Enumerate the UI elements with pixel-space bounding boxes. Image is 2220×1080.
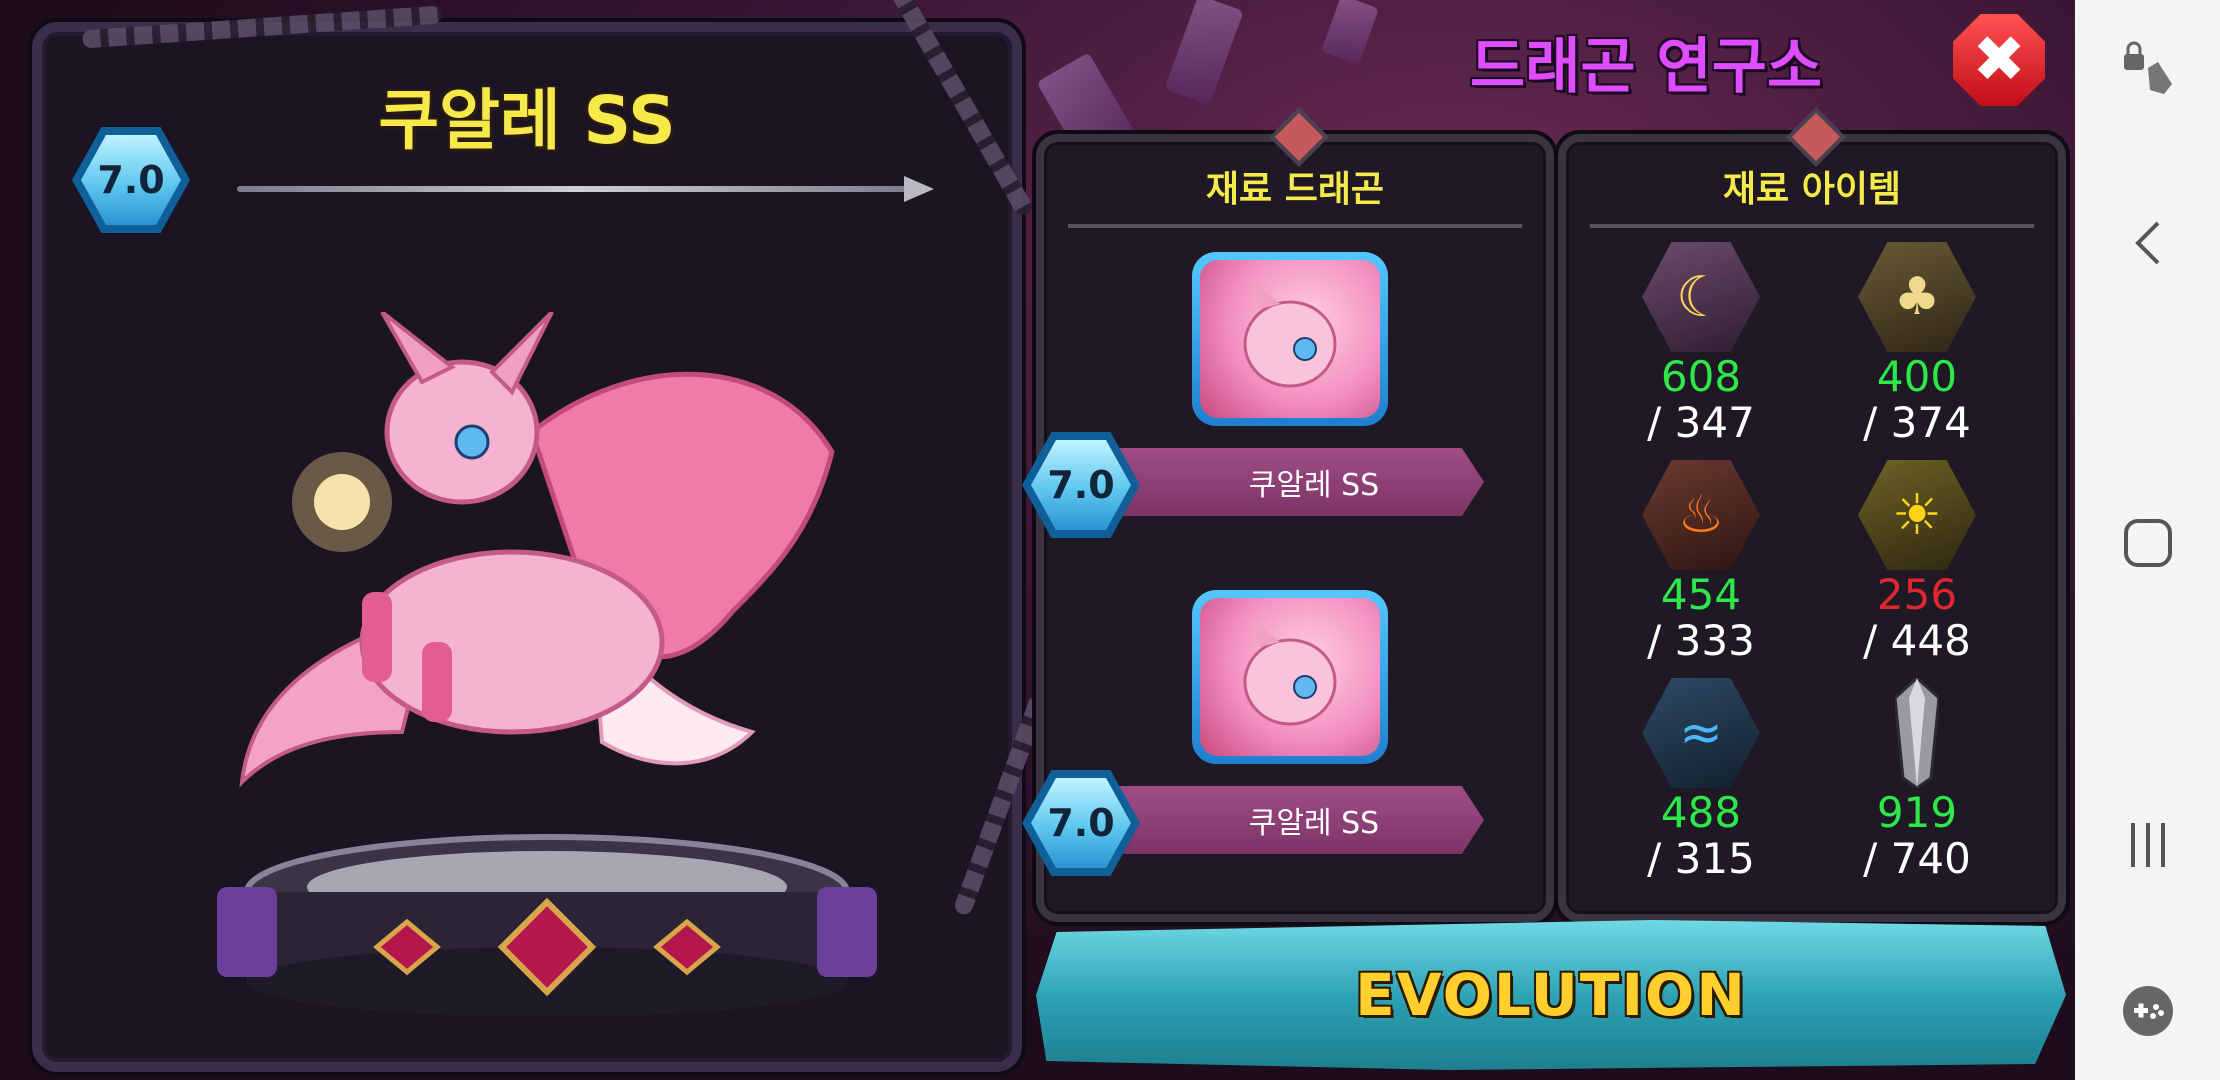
back-icon (2134, 221, 2159, 265)
moon-element-icon: ☾ (1642, 242, 1760, 352)
dragon-portrait (1200, 260, 1380, 418)
home-button[interactable] (2075, 498, 2220, 588)
item-have: 400 (1876, 352, 1958, 401)
header-divider (1590, 224, 2034, 228)
item-have: 256 (1876, 570, 1958, 619)
pedestal (217, 834, 877, 1017)
material-dragon-level-badge-1: 7.0 (1022, 432, 1140, 538)
game-tools-icon (2122, 986, 2173, 1036)
item-need: / 740 (1863, 834, 1971, 883)
item-need: / 374 (1863, 398, 1971, 447)
dragon-showcase-panel: 쿠알레 SS 7.0 (32, 0, 1052, 1072)
material-item-tree[interactable]: ♣ 400 / 374 (1822, 242, 2012, 446)
background-crystal (1320, 0, 1380, 66)
home-icon (2123, 519, 2172, 567)
item-need: / 347 (1647, 398, 1755, 447)
chain-decoration (81, 5, 443, 49)
material-dragon-name-2: 쿠알레 SS (1114, 786, 1484, 854)
sun-element-icon: ☀ (1858, 460, 1976, 570)
water-element-icon: ≈ (1642, 678, 1760, 788)
material-item-moon[interactable]: ☾ 608 / 347 (1606, 242, 1796, 446)
dragon-portrait (1200, 598, 1380, 756)
material-item-sun[interactable]: ☀ 256 / 448 (1822, 460, 2012, 664)
header-divider (1068, 224, 1522, 228)
dragon-name: 쿠알레 SS (378, 82, 676, 159)
material-dragons-header: 재료 드래곤 (1205, 169, 1385, 210)
item-need: / 333 (1647, 616, 1755, 665)
touch-lock-button[interactable] (2075, 25, 2220, 115)
material-dragon-level-badge-2: 7.0 (1022, 770, 1140, 876)
dragon-face-icon (1243, 617, 1337, 726)
spear-tip (904, 176, 934, 202)
dragon-illustration (239, 312, 835, 788)
item-have: 488 (1660, 788, 1742, 837)
crystal-icon (1858, 678, 1976, 788)
back-button[interactable] (2075, 198, 2220, 288)
material-dragon-level-2: 7.0 (1031, 778, 1131, 868)
tree-element-icon: ♣ (1858, 242, 1976, 352)
recents-icon (2130, 823, 2165, 867)
material-item-water[interactable]: ≈ 488 / 315 (1606, 678, 1796, 882)
close-button[interactable]: ✖ (1953, 14, 2045, 106)
close-icon: ✖ (1972, 23, 2026, 97)
panel-gem-ornament (1786, 107, 1846, 167)
evolution-button[interactable]: EVOLUTION (1036, 920, 2066, 1070)
panel-gem-ornament (1269, 107, 1329, 167)
material-dragon-slot-2[interactable] (1192, 590, 1388, 764)
system-navigation-bar (2075, 0, 2220, 1080)
game-tools-button[interactable] (2075, 966, 2220, 1056)
evolution-label: EVOLUTION (1355, 961, 1747, 1029)
item-have: 608 (1660, 352, 1742, 401)
material-items-panel: 재료 아이템 ☾ 608 / 347 ♣ 400 / 374 ♨ 454 / 3… (1558, 107, 2066, 922)
material-item-fire[interactable]: ♨ 454 / 333 (1606, 460, 1796, 664)
spear-divider (237, 186, 917, 192)
fire-element-icon: ♨ (1642, 460, 1760, 570)
background-crystal (1164, 0, 1244, 106)
lab-title: 드래곤 연구소 (1470, 32, 1823, 102)
material-dragon-slot-1[interactable] (1192, 252, 1388, 426)
material-items-header: 재료 아이템 (1722, 169, 1902, 210)
item-have: 454 (1660, 570, 1742, 619)
touch-lock-icon (2123, 41, 2172, 94)
material-dragon-level-1: 7.0 (1031, 440, 1131, 530)
level-value: 7.0 (81, 135, 181, 225)
material-item-crystal[interactable]: 919 / 740 (1822, 678, 2012, 882)
dragon-face-icon (1243, 279, 1337, 388)
material-dragon-name-1: 쿠알레 SS (1114, 448, 1484, 516)
recents-button[interactable] (2075, 800, 2220, 890)
material-dragons-panel: 재료 드래곤 쿠알레 SS 7.0 쿠알레 SS 7.0 (1022, 107, 1554, 922)
item-have: 919 (1876, 788, 1958, 837)
game-screen: 쿠알레 SS 7.0 드래곤 연구소 ✖ 재료 드래곤 쿠알레 SS 7.0 쿠… (0, 0, 2075, 1080)
item-need: / 448 (1863, 616, 1971, 665)
item-need: / 315 (1647, 834, 1755, 883)
